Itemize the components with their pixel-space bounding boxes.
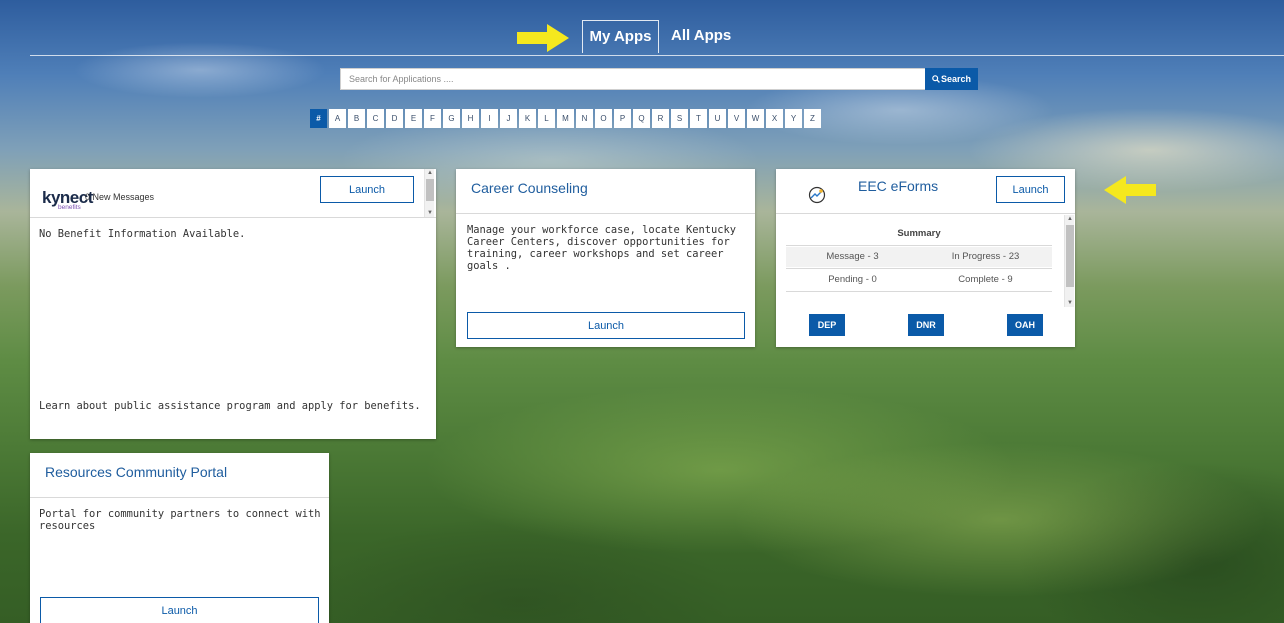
- career-title: Career Counseling: [471, 180, 588, 196]
- tab-my-apps[interactable]: My Apps: [582, 20, 659, 53]
- resources-title: Resources Community Portal: [45, 464, 228, 480]
- kynect-no-info: No Benefit Information Available.: [39, 228, 246, 240]
- divider: [30, 497, 329, 498]
- alpha-filter-all[interactable]: #: [310, 109, 327, 128]
- alpha-filter-s[interactable]: S: [671, 109, 688, 128]
- alpha-filter-w[interactable]: W: [747, 109, 764, 128]
- arrow-left-annotation: [1104, 176, 1156, 204]
- alpha-filter-n[interactable]: N: [576, 109, 593, 128]
- alphabet-filter: # A B C D E F G H I J K L M N O P Q R S …: [310, 109, 821, 128]
- oah-button[interactable]: OAH: [1007, 314, 1043, 336]
- kynect-message-count: 0 New Messages: [85, 192, 155, 202]
- kynect-launch-button[interactable]: Launch: [320, 176, 414, 203]
- scroll-thumb[interactable]: [1066, 225, 1074, 287]
- alpha-filter-a[interactable]: A: [329, 109, 346, 128]
- eec-title: EEC eForms: [858, 178, 939, 194]
- alpha-filter-l[interactable]: L: [538, 109, 555, 128]
- alpha-filter-b[interactable]: B: [348, 109, 365, 128]
- alpha-filter-e[interactable]: E: [405, 109, 422, 128]
- divider: [456, 213, 755, 214]
- alpha-filter-x[interactable]: X: [766, 109, 783, 128]
- scroll-up-icon[interactable]: ▲: [1065, 215, 1075, 223]
- alpha-filter-p[interactable]: P: [614, 109, 631, 128]
- alpha-filter-g[interactable]: G: [443, 109, 460, 128]
- divider: [776, 213, 1075, 214]
- alpha-filter-i[interactable]: I: [481, 109, 498, 128]
- summary-pending: Pending - 0: [828, 274, 877, 285]
- divider: [786, 291, 1052, 292]
- resources-card: Resources Community Portal Portal for co…: [30, 453, 329, 623]
- scroll-thumb[interactable]: [426, 179, 434, 201]
- alpha-filter-h[interactable]: H: [462, 109, 479, 128]
- alpha-filter-r[interactable]: R: [652, 109, 669, 128]
- summary-in-progress: In Progress - 23: [951, 251, 1020, 262]
- alpha-filter-d[interactable]: D: [386, 109, 403, 128]
- divider: [786, 245, 1052, 246]
- scroll-up-icon[interactable]: ▲: [425, 169, 435, 177]
- arrow-right-annotation: [517, 24, 569, 52]
- dnr-button[interactable]: DNR: [908, 314, 944, 336]
- eec-scrollbar[interactable]: ▲ ▼: [1064, 215, 1074, 307]
- career-description: Manage your workforce case, locate Kentu…: [467, 224, 736, 272]
- search-button[interactable]: Search: [925, 68, 978, 90]
- alpha-filter-u[interactable]: U: [709, 109, 726, 128]
- alpha-filter-t[interactable]: T: [690, 109, 707, 128]
- resources-description: Portal for community partners to connect…: [39, 508, 321, 532]
- alpha-filter-j[interactable]: J: [500, 109, 517, 128]
- divider: [786, 268, 1052, 269]
- alpha-filter-v[interactable]: V: [728, 109, 745, 128]
- eec-launch-button[interactable]: Launch: [996, 176, 1065, 203]
- divider: [30, 217, 436, 218]
- scroll-down-icon[interactable]: ▼: [425, 209, 435, 217]
- summary-title: Summary: [897, 228, 941, 239]
- scroll-down-icon[interactable]: ▼: [1065, 299, 1075, 307]
- kynect-description: Learn about public assistance program an…: [39, 400, 421, 412]
- alpha-filter-y[interactable]: Y: [785, 109, 802, 128]
- alpha-filter-k[interactable]: K: [519, 109, 536, 128]
- search-icon: [932, 75, 940, 83]
- summary-complete: Complete - 9: [958, 274, 1013, 285]
- search-input[interactable]: [340, 68, 926, 90]
- career-card: Career Counseling Manage your workforce …: [456, 169, 755, 347]
- alpha-filter-o[interactable]: O: [595, 109, 612, 128]
- career-launch-button[interactable]: Launch: [467, 312, 745, 339]
- summary-row: Message - 3 In Progress - 23: [786, 247, 1052, 267]
- eec-card: EEC eForms Launch ▲ ▼ Summary Message - …: [776, 169, 1075, 347]
- resources-launch-button[interactable]: Launch: [40, 597, 319, 623]
- alpha-filter-q[interactable]: Q: [633, 109, 650, 128]
- app-tabs: My Apps All Apps: [30, 20, 1284, 56]
- search-button-label: Search: [940, 74, 972, 84]
- tab-all-apps[interactable]: All Apps: [665, 20, 737, 53]
- dep-button[interactable]: DEP: [809, 314, 845, 336]
- kynect-card: kynect benefits 0 New Messages Launch ▲ …: [30, 169, 436, 439]
- summary-message: Message - 3: [826, 251, 879, 262]
- alpha-filter-z[interactable]: Z: [804, 109, 821, 128]
- eec-logo-icon: [808, 186, 826, 204]
- alpha-filter-m[interactable]: M: [557, 109, 574, 128]
- alpha-filter-f[interactable]: F: [424, 109, 441, 128]
- summary-row: Pending - 0 Complete - 9: [786, 270, 1052, 290]
- kynect-scrollbar[interactable]: ▲ ▼: [424, 169, 434, 217]
- alpha-filter-c[interactable]: C: [367, 109, 384, 128]
